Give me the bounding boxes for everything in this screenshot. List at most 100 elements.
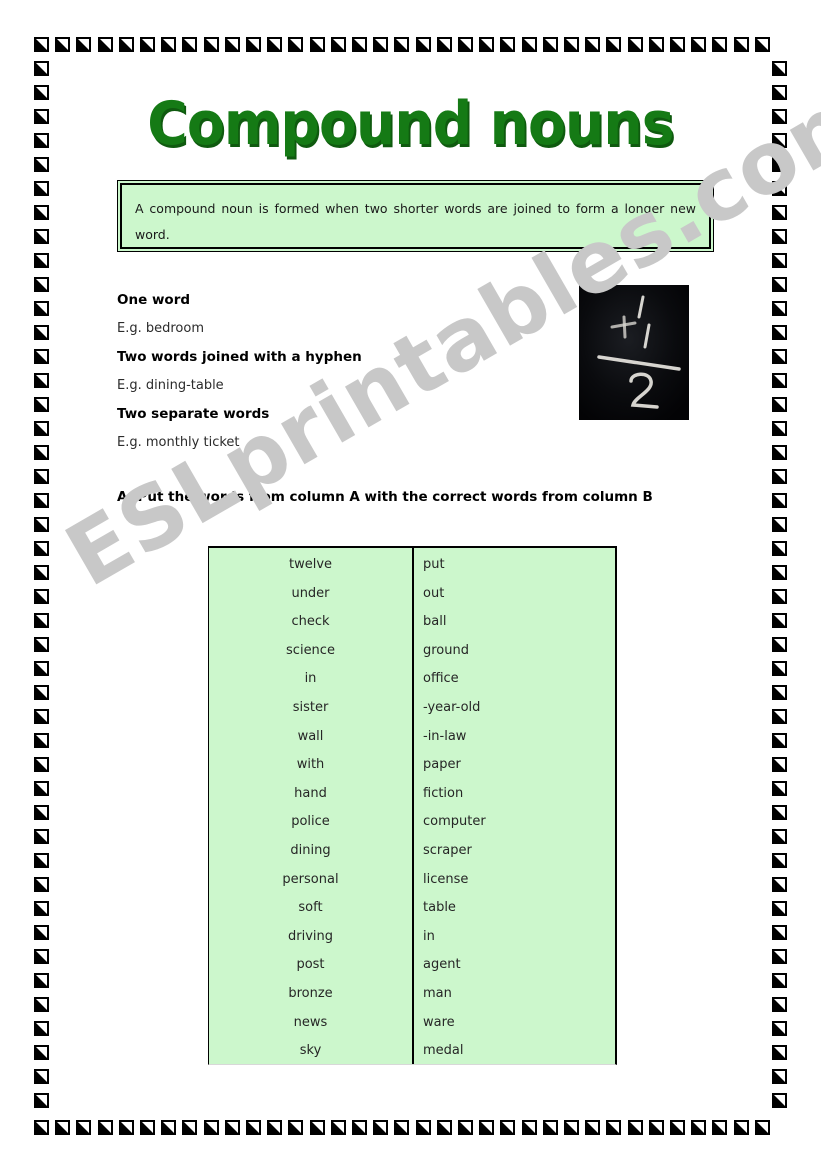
word-cell-column-b[interactable]: office (423, 665, 615, 694)
word-cell-column-b[interactable]: out (423, 580, 615, 609)
word-cell-column-a[interactable]: sister (209, 694, 412, 723)
border-tile-icon (564, 37, 579, 52)
chalkboard-photo (579, 285, 689, 420)
word-cell-column-b[interactable]: -year-old (423, 694, 615, 723)
word-cell-column-a[interactable]: driving (209, 923, 412, 952)
table-column-b: put out ball ground office -year-old -in-law pa… (414, 548, 615, 1064)
border-tile-icon (34, 565, 49, 580)
border-tile-icon (772, 973, 787, 988)
border-tile-icon (34, 901, 49, 916)
border-tile-icon (585, 1120, 600, 1135)
border-tile-icon (772, 373, 787, 388)
word-cell-column-b[interactable]: put (423, 551, 615, 580)
border-tile-icon (772, 733, 787, 748)
border-tile-icon (34, 469, 49, 484)
border-tile-icon (712, 1120, 727, 1135)
border-tile-icon (34, 205, 49, 220)
border-tile-icon (772, 949, 787, 964)
word-cell-column-a[interactable]: with (209, 751, 412, 780)
border-tile-icon (649, 1120, 664, 1135)
word-cell-column-a[interactable]: post (209, 951, 412, 980)
word-cell-column-b[interactable]: table (423, 894, 615, 923)
rule-example-separate: E.g. monthly ticket (117, 435, 240, 450)
word-cell-column-a[interactable]: science (209, 637, 412, 666)
border-tile-icon (772, 277, 787, 292)
word-cell-column-a[interactable]: bronze (209, 980, 412, 1009)
word-cell-column-a[interactable]: check (209, 608, 412, 637)
border-tile-icon (34, 973, 49, 988)
border-tile-icon (458, 1120, 473, 1135)
border-tile-icon (772, 1021, 787, 1036)
border-tile-icon (543, 37, 558, 52)
word-cell-column-a[interactable]: wall (209, 723, 412, 752)
word-cell-column-b[interactable]: medal (423, 1037, 615, 1066)
border-tile-icon (267, 37, 282, 52)
border-tile-icon (772, 709, 787, 724)
border-tile-icon (34, 301, 49, 316)
worksheet-page: ESLprintables.com Compound nouns A compo… (0, 0, 821, 1169)
word-cell-column-a[interactable]: news (209, 1009, 412, 1038)
border-tile-icon (522, 1120, 537, 1135)
word-cell-column-b[interactable]: computer (423, 808, 615, 837)
border-tile-icon (140, 37, 155, 52)
border-tile-icon (34, 349, 49, 364)
word-cell-column-a[interactable]: hand (209, 780, 412, 809)
border-tile-icon (288, 37, 303, 52)
word-cell-column-a[interactable]: under (209, 580, 412, 609)
word-cell-column-b[interactable]: fiction (423, 780, 615, 809)
word-cell-column-b[interactable]: scraper (423, 837, 615, 866)
border-tile-icon (772, 445, 787, 460)
border-tile-icon (585, 37, 600, 52)
border-tile-icon (182, 1120, 197, 1135)
word-cell-column-b[interactable]: agent (423, 951, 615, 980)
border-tile-icon (772, 853, 787, 868)
border-tile-icon (628, 37, 643, 52)
word-cell-column-b[interactable]: ground (423, 637, 615, 666)
border-tile-icon (772, 397, 787, 412)
word-cell-column-b[interactable]: -in-law (423, 723, 615, 752)
border-tile-icon (34, 541, 49, 556)
border-tile-icon (288, 1120, 303, 1135)
border-tile-icon (734, 1120, 749, 1135)
border-tile-icon (34, 877, 49, 892)
border-tile-icon (55, 37, 70, 52)
border-tile-icon (394, 1120, 409, 1135)
word-cell-column-a[interactable]: dining (209, 837, 412, 866)
border-tile-icon (373, 37, 388, 52)
border-tile-icon (34, 1120, 49, 1135)
word-cell-column-b[interactable]: ware (423, 1009, 615, 1038)
border-tile-icon (98, 1120, 113, 1135)
border-tile-icon (34, 709, 49, 724)
border-tile-icon (34, 925, 49, 940)
border-tile-icon (76, 1120, 91, 1135)
word-cell-column-a[interactable]: twelve (209, 551, 412, 580)
rule-heading-separate: Two separate words (117, 406, 270, 422)
border-tile-icon (34, 397, 49, 412)
rule-heading-hyphen: Two words joined with a hyphen (117, 349, 362, 365)
word-cell-column-b[interactable]: ball (423, 608, 615, 637)
border-tile-icon (772, 589, 787, 604)
word-cell-column-b[interactable]: paper (423, 751, 615, 780)
definition-text: A compound noun is formed when two short… (135, 201, 696, 242)
border-tile-icon (310, 37, 325, 52)
word-cell-column-a[interactable]: personal (209, 866, 412, 895)
border-tile-icon (34, 157, 49, 172)
border-tile-icon (34, 661, 49, 676)
border-tile-icon (772, 829, 787, 844)
word-cell-column-b[interactable]: license (423, 866, 615, 895)
border-tile-icon (161, 1120, 176, 1135)
border-tile-icon (670, 1120, 685, 1135)
word-cell-column-b[interactable]: man (423, 980, 615, 1009)
border-tile-icon (225, 1120, 240, 1135)
border-tile-icon (772, 181, 787, 196)
word-cell-column-a[interactable]: in (209, 665, 412, 694)
border-tile-icon (34, 181, 49, 196)
border-tile-icon (34, 685, 49, 700)
border-tile-icon (161, 37, 176, 52)
word-cell-column-a[interactable]: sky (209, 1037, 412, 1066)
word-cell-column-a[interactable]: police (209, 808, 412, 837)
word-cell-column-a[interactable]: soft (209, 894, 412, 923)
word-cell-column-b[interactable]: in (423, 923, 615, 952)
border-tile-icon (437, 37, 452, 52)
border-tile-icon (772, 253, 787, 268)
